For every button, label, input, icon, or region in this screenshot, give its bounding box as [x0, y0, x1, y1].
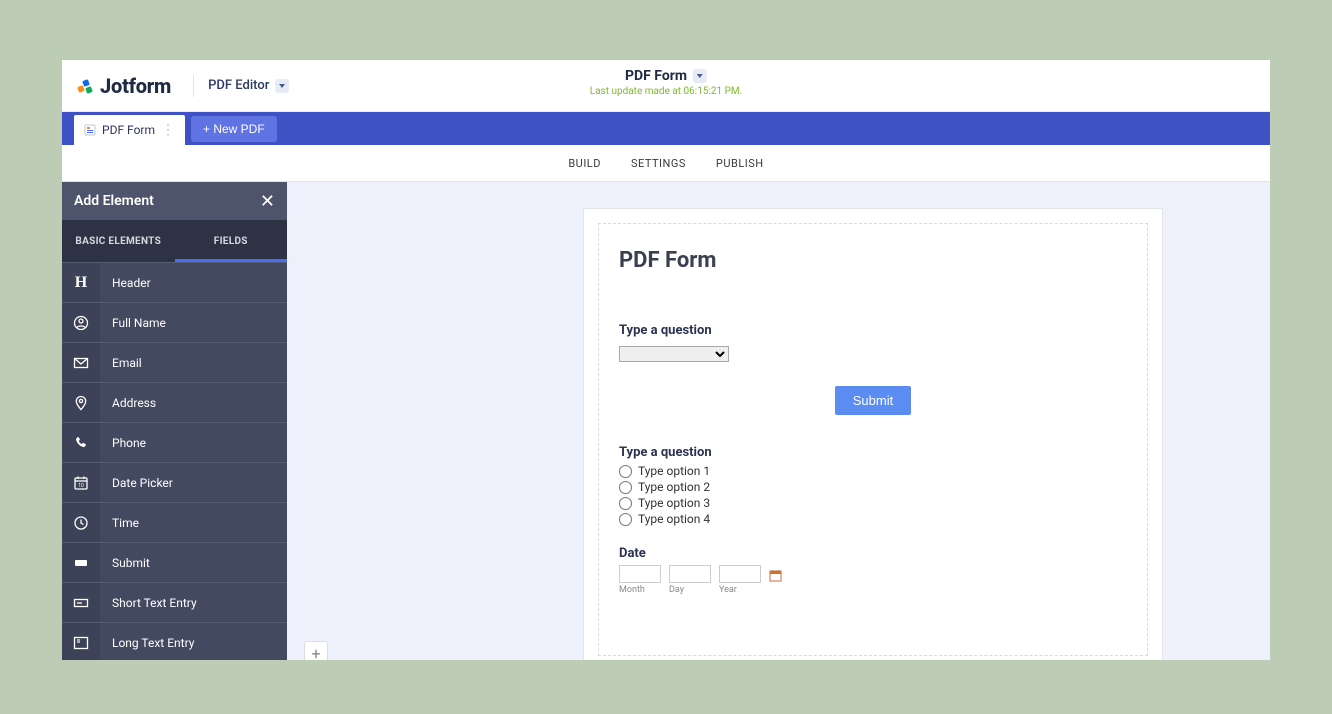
- last-update-text: Last update made at 06:15:21 PM.: [590, 86, 743, 97]
- element-address[interactable]: Address: [62, 382, 287, 422]
- canvas[interactable]: + PDF Form Type a question Submit Type a…: [287, 182, 1270, 660]
- tab-pdf-form[interactable]: PDF Form ⋮: [74, 115, 185, 145]
- date-day: Day: [669, 565, 711, 595]
- submit-button[interactable]: Submit: [835, 386, 911, 415]
- page-inner: PDF Form Type a question Submit Type a q…: [598, 223, 1148, 656]
- submit-icon: [62, 543, 100, 582]
- header-icon: H: [62, 263, 100, 302]
- element-time[interactable]: Time: [62, 502, 287, 542]
- top-header: Jotform PDF Editor PDF Form Last update …: [62, 60, 1270, 112]
- logo[interactable]: Jotform: [76, 74, 171, 98]
- calendar-picker-icon[interactable]: [769, 567, 782, 580]
- tab-basic-elements[interactable]: BASIC ELEMENTS: [62, 220, 175, 262]
- element-long-text[interactable]: Long Text Entry: [62, 622, 287, 660]
- phone-icon: [62, 423, 100, 462]
- submit-wrap: Submit: [619, 386, 1127, 415]
- radio-question[interactable]: Type a question Type option 1 Type optio…: [619, 445, 1127, 526]
- new-pdf-button[interactable]: + New PDF: [191, 116, 277, 142]
- envelope-icon: [62, 343, 100, 382]
- element-short-text[interactable]: Short Text Entry: [62, 582, 287, 622]
- svg-text:10: 10: [78, 483, 84, 489]
- calendar-icon: 10: [62, 463, 100, 502]
- pdf-icon: [84, 124, 96, 136]
- dropdown-question[interactable]: Type a question: [619, 323, 1127, 362]
- element-header[interactable]: H Header: [62, 262, 287, 302]
- app-frame: Jotform PDF Editor PDF Form Last update …: [62, 60, 1270, 660]
- date-year: Year: [719, 565, 761, 595]
- element-phone[interactable]: Phone: [62, 422, 287, 462]
- long-text-icon: [62, 623, 100, 660]
- sidebar-tabs: BASIC ELEMENTS FIELDS: [62, 220, 287, 262]
- element-email[interactable]: Email: [62, 342, 287, 382]
- tab-fields[interactable]: FIELDS: [175, 220, 288, 262]
- editor-label-text: PDF Editor: [208, 78, 269, 93]
- question-label: Type a question: [619, 323, 1127, 338]
- day-input[interactable]: [669, 565, 711, 583]
- date-question[interactable]: Date Month Day Year: [619, 546, 1127, 595]
- document-title-area: PDF Form Last update made at 06:15:21 PM…: [590, 68, 743, 97]
- short-text-icon: [62, 583, 100, 622]
- radio-option-3[interactable]: Type option 3: [619, 496, 1127, 510]
- logo-icon: [76, 77, 94, 95]
- question-label: Date: [619, 546, 1127, 561]
- add-button[interactable]: +: [304, 641, 328, 660]
- user-icon: [62, 303, 100, 342]
- document-title[interactable]: PDF Form: [590, 68, 743, 84]
- sub-nav: BUILD SETTINGS PUBLISH: [62, 145, 1270, 182]
- subnav-build[interactable]: BUILD: [568, 157, 601, 170]
- element-full-name[interactable]: Full Name: [62, 302, 287, 342]
- pdf-page[interactable]: PDF Form Type a question Submit Type a q…: [583, 208, 1163, 660]
- sidebar-title: Add Element: [74, 193, 154, 209]
- radio-option-2[interactable]: Type option 2: [619, 480, 1127, 494]
- chevron-down-icon: [275, 79, 289, 93]
- element-date-picker[interactable]: 10 Date Picker: [62, 462, 287, 502]
- dropdown-field[interactable]: [619, 346, 729, 362]
- clock-icon: [62, 503, 100, 542]
- radio-option-4[interactable]: Type option 4: [619, 512, 1127, 526]
- divider: [193, 75, 194, 97]
- subnav-publish[interactable]: PUBLISH: [716, 157, 764, 170]
- year-input[interactable]: [719, 565, 761, 583]
- tab-kebab-icon[interactable]: ⋮: [161, 123, 175, 137]
- document-tab-bar: PDF Form ⋮ + New PDF: [62, 112, 1270, 145]
- chevron-down-icon: [693, 69, 707, 83]
- date-month: Month: [619, 565, 661, 595]
- pin-icon: [62, 383, 100, 422]
- month-input[interactable]: [619, 565, 661, 583]
- subnav-settings[interactable]: SETTINGS: [631, 157, 686, 170]
- sidebar-header: Add Element ✕: [62, 182, 287, 220]
- element-submit[interactable]: Submit: [62, 542, 287, 582]
- add-element-panel: Add Element ✕ BASIC ELEMENTS FIELDS H He…: [62, 182, 287, 660]
- editor-selector[interactable]: PDF Editor: [208, 78, 289, 93]
- radio-option-1[interactable]: Type option 1: [619, 464, 1127, 478]
- form-title[interactable]: PDF Form: [619, 248, 1127, 273]
- tab-label: PDF Form: [102, 123, 155, 137]
- date-row: Month Day Year: [619, 565, 1127, 595]
- question-label: Type a question: [619, 445, 1127, 460]
- close-icon[interactable]: ✕: [260, 191, 275, 212]
- element-list: H Header Full Name Email Address: [62, 262, 287, 660]
- logo-text: Jotform: [100, 74, 171, 98]
